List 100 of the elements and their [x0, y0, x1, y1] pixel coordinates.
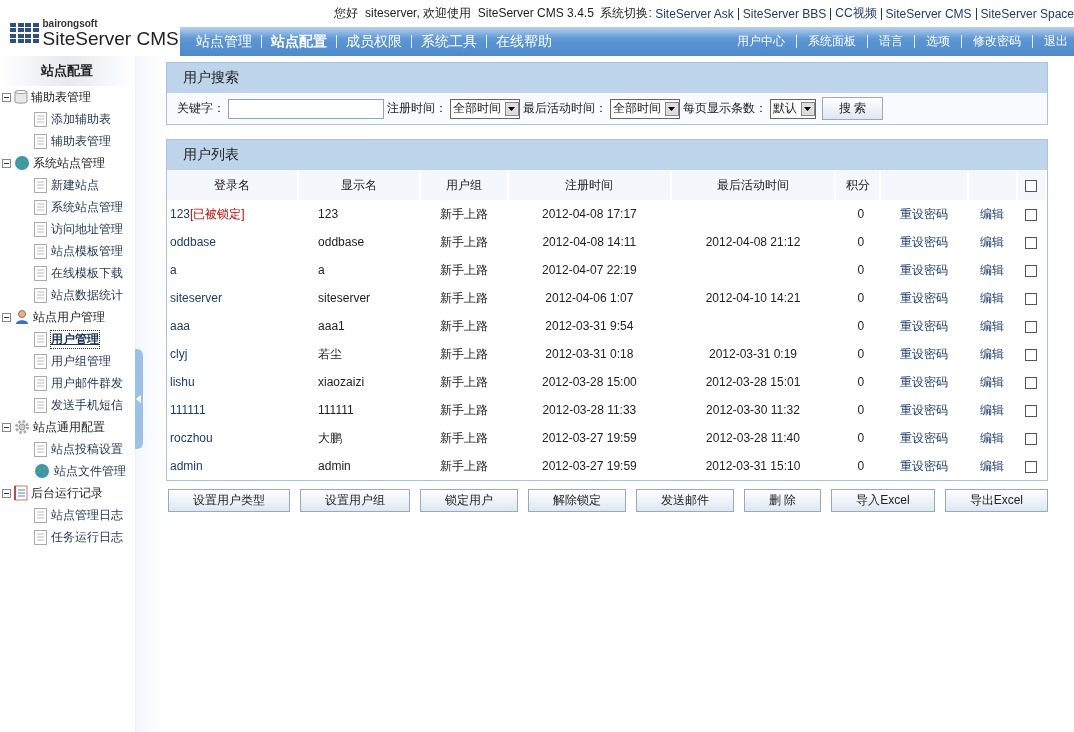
action-button[interactable]: 设置用户组: [299, 489, 410, 512]
logo-title: SiteServer CMS: [42, 28, 179, 48]
notebook-icon: [14, 485, 28, 501]
caret-icon[interactable]: [664, 101, 679, 116]
row-checkbox[interactable]: [1025, 404, 1038, 417]
tree-item[interactable]: 新建站点: [51, 176, 99, 194]
edit-link[interactable]: 编辑: [980, 290, 1005, 305]
dropdown[interactable]: 全部时间: [449, 98, 520, 119]
tree-group-label[interactable]: 站点用户管理: [33, 308, 105, 326]
edit-link[interactable]: 编辑: [980, 234, 1005, 249]
login-name[interactable]: clyj: [169, 347, 188, 361]
system-link[interactable]: SiteServer Ask: [655, 6, 734, 21]
row-checkbox[interactable]: [1025, 460, 1038, 473]
tree-item[interactable]: 系统站点管理: [51, 198, 123, 216]
table-cell-text: 2012-03-27 19:59: [541, 430, 638, 447]
action-button[interactable]: 导入Excel: [831, 489, 935, 512]
collapse-icon[interactable]: [2, 158, 11, 168]
row-checkbox[interactable]: [1025, 292, 1038, 305]
row-checkbox[interactable]: [1025, 348, 1038, 361]
row-checkbox[interactable]: [1025, 320, 1038, 333]
table-cell-text: 0: [856, 374, 866, 391]
tree-item[interactable]: 站点数据统计: [51, 286, 123, 304]
caret-icon[interactable]: [800, 101, 815, 116]
reset-password-link[interactable]: 重设密码: [900, 374, 949, 389]
edit-link[interactable]: 编辑: [980, 430, 1005, 445]
system-link[interactable]: SiteServer CMS: [885, 6, 972, 21]
row-checkbox[interactable]: [1025, 376, 1038, 389]
greeting-text: 您好 siteserver, 欢迎使用 SiteServer CMS 3.4.5 系统切换:: [334, 5, 652, 22]
tree-item[interactable]: 用户组管理: [51, 352, 111, 370]
collapse-icon[interactable]: [2, 422, 11, 432]
login-name[interactable]: a: [169, 263, 177, 277]
login-name[interactable]: siteserver: [169, 291, 222, 305]
login-name[interactable]: lishu: [169, 375, 195, 389]
edit-link[interactable]: 编辑: [980, 402, 1005, 417]
table-cell-text: 0: [856, 290, 866, 307]
action-button[interactable]: 删 除: [743, 489, 822, 512]
login-name[interactable]: 111111: [169, 403, 206, 417]
action-button[interactable]: 导出Excel: [944, 489, 1048, 512]
tree-item[interactable]: 站点模板管理: [51, 242, 123, 260]
reset-password-link[interactable]: 重设密码: [900, 402, 949, 417]
caret-icon[interactable]: [504, 101, 519, 116]
login-name[interactable]: aaa: [169, 319, 190, 333]
action-button[interactable]: 锁定用户: [419, 489, 518, 512]
tree-item[interactable]: 任务运行日志: [51, 528, 123, 546]
row-checkbox[interactable]: [1025, 208, 1038, 221]
table-cell-text: 0: [856, 318, 866, 335]
edit-link[interactable]: 编辑: [980, 374, 1005, 389]
action-button[interactable]: 设置用户类型: [167, 489, 290, 512]
system-link[interactable]: SiteServer BBS: [742, 6, 827, 21]
tree-item[interactable]: 在线模板下载: [51, 264, 123, 282]
collapse-handle[interactable]: [134, 349, 143, 449]
select-all-checkbox[interactable]: [1025, 179, 1038, 192]
reset-password-link[interactable]: 重设密码: [900, 430, 949, 445]
reset-password-link[interactable]: 重设密码: [900, 346, 949, 361]
reset-password-link[interactable]: 重设密码: [900, 458, 949, 473]
row-checkbox[interactable]: [1025, 236, 1038, 249]
collapse-icon[interactable]: [2, 92, 11, 102]
row-checkbox[interactable]: [1025, 432, 1038, 445]
tree-item[interactable]: 站点管理日志: [51, 506, 123, 524]
edit-link[interactable]: 编辑: [980, 318, 1005, 333]
keyword-field[interactable]: [227, 98, 384, 119]
login-name[interactable]: roczhou: [169, 431, 213, 445]
reset-password-link[interactable]: 重设密码: [900, 206, 949, 221]
action-button[interactable]: 发送邮件: [635, 489, 734, 512]
table-cell-text: 0: [856, 458, 866, 475]
tree-item[interactable]: 辅助表管理: [51, 132, 111, 150]
reset-password-link[interactable]: 重设密码: [900, 262, 949, 277]
login-name[interactable]: 123[已被锁定]: [169, 206, 245, 221]
edit-link[interactable]: 编辑: [980, 262, 1005, 277]
tree-group-label[interactable]: 后台运行记录: [31, 484, 103, 502]
table-cell-text: 2012-03-27 19:59: [541, 458, 638, 475]
tree-item[interactable]: 用户管理: [51, 330, 99, 348]
tree-item[interactable]: 站点投稿设置: [51, 440, 123, 458]
row-checkbox[interactable]: [1025, 264, 1038, 277]
login-name[interactable]: oddbase: [169, 235, 216, 249]
tree-group-label[interactable]: 站点通用配置: [33, 418, 105, 436]
collapse-icon[interactable]: [2, 312, 11, 322]
tree-item[interactable]: 访问地址管理: [51, 220, 123, 238]
tree-group-label[interactable]: 系统站点管理: [33, 154, 105, 172]
edit-link[interactable]: 编辑: [980, 346, 1005, 361]
reset-password-link[interactable]: 重设密码: [900, 290, 949, 305]
table-cell-text: 2012-04-06 1:07: [544, 290, 635, 307]
action-button[interactable]: 解除锁定: [527, 489, 626, 512]
tree-item[interactable]: 发送手机短信: [51, 396, 123, 414]
edit-link[interactable]: 编辑: [980, 458, 1005, 473]
tree-item[interactable]: 站点文件管理: [54, 462, 126, 480]
system-link[interactable]: CC视频: [835, 5, 877, 22]
page-icon: [34, 177, 47, 193]
tree-item[interactable]: 用户邮件群发: [51, 374, 123, 392]
login-name[interactable]: admin: [169, 459, 203, 473]
dropdown[interactable]: 默认: [769, 98, 816, 119]
reset-password-link[interactable]: 重设密码: [900, 234, 949, 249]
tree-item[interactable]: 添加辅助表: [51, 110, 111, 128]
reset-password-link[interactable]: 重设密码: [900, 318, 949, 333]
dropdown[interactable]: 全部时间: [609, 98, 680, 119]
tree-group-label[interactable]: 辅助表管理: [31, 88, 91, 106]
collapse-icon[interactable]: [2, 488, 11, 498]
edit-link[interactable]: 编辑: [980, 206, 1005, 221]
search-button[interactable]: 搜 索: [821, 97, 884, 120]
system-link[interactable]: SiteServer Space: [980, 6, 1074, 21]
